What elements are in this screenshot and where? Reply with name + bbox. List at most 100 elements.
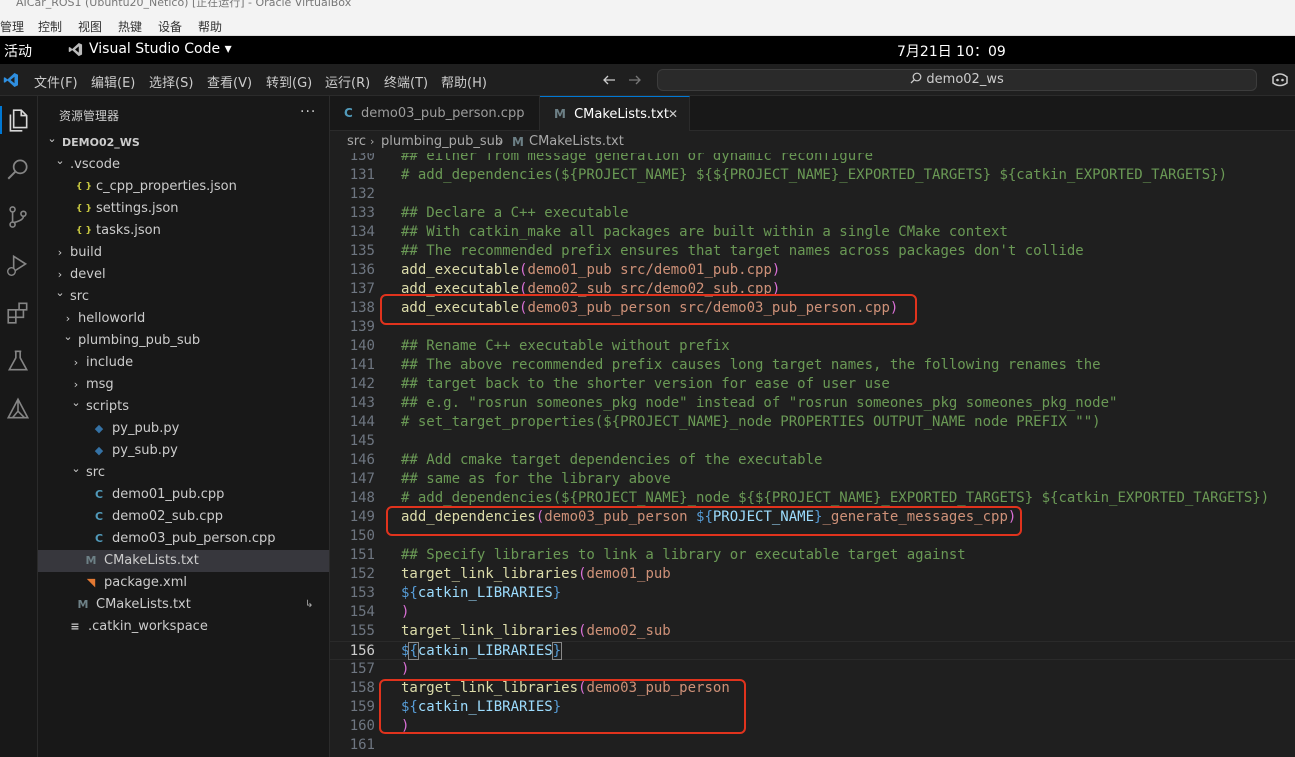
tree-folder[interactable]: › helloworld: [38, 308, 329, 330]
tree-folder[interactable]: ⌄ .vscode: [38, 154, 329, 176]
vbox-menu-help[interactable]: 帮助: [198, 18, 222, 35]
chevron-right-icon[interactable]: ›: [54, 242, 66, 264]
explorer-files-icon[interactable]: [5, 108, 31, 134]
tree-folder[interactable]: ⌄ src: [38, 462, 329, 484]
code-line[interactable]: 161: [330, 736, 1295, 755]
tree-file[interactable]: { } tasks.json: [38, 220, 329, 242]
menu-file[interactable]: 文件(F): [34, 72, 78, 91]
chevron-right-icon[interactable]: ›: [70, 352, 82, 374]
tree-folder[interactable]: › devel: [38, 264, 329, 286]
testing-flask-icon[interactable]: [5, 348, 31, 374]
back-arrow-icon[interactable]: [602, 73, 616, 87]
menu-terminal[interactable]: 终端(T): [384, 72, 428, 91]
code-line[interactable]: 145: [330, 432, 1295, 451]
chevron-down-icon[interactable]: ⌄: [62, 326, 74, 348]
code-line[interactable]: 152 target_link_libraries(demo01_pub: [330, 565, 1295, 584]
tree-folder[interactable]: ⌄ DEMO02_WS: [38, 132, 329, 154]
menu-help[interactable]: 帮助(H): [441, 72, 487, 91]
code-line[interactable]: 155 target_link_libraries(demo02_sub: [330, 622, 1295, 641]
tree-folder[interactable]: ⌄ scripts: [38, 396, 329, 418]
tree-folder[interactable]: ⌄ plumbing_pub_sub: [38, 330, 329, 352]
cmake-icon[interactable]: [5, 396, 31, 422]
breadcrumb-plumbing-pub-sub[interactable]: plumbing_pub_sub: [381, 131, 503, 153]
code-line[interactable]: 139: [330, 318, 1295, 337]
clock[interactable]: 7月21日 10：09: [897, 41, 1006, 61]
code-line[interactable]: 134 ## With catkin_make all packages are …: [330, 223, 1295, 242]
tree-file[interactable]: ◥ package.xml: [38, 572, 329, 594]
breadcrumb-cmakelists[interactable]: CMakeLists.txt: [529, 131, 624, 153]
menu-run[interactable]: 运行(R): [325, 72, 370, 91]
code-line[interactable]: 136 add_executable(demo01_pub src/demo01_…: [330, 261, 1295, 280]
tree-file[interactable]: Cdemo03_pub_person.cpp: [38, 528, 329, 550]
extensions-icon[interactable]: [5, 300, 31, 326]
tree-folder[interactable]: › build: [38, 242, 329, 264]
line-number: 159: [349, 699, 375, 715]
run-debug-icon[interactable]: [5, 252, 31, 278]
forward-arrow-icon[interactable]: [628, 73, 642, 87]
code-line[interactable]: 150: [330, 527, 1295, 546]
code-line[interactable]: 153 ${catkin_LIBRARIES}: [330, 584, 1295, 603]
menu-view[interactable]: 查看(V): [207, 72, 252, 91]
activities-button[interactable]: 活动: [4, 41, 32, 61]
vbox-menu-view[interactable]: 视图: [78, 18, 102, 35]
code-line[interactable]: 151 ## Specify libraries to link a librar…: [330, 546, 1295, 565]
line-number: 147: [349, 471, 375, 487]
code-line[interactable]: 137 add_executable(demo02_sub src/demo02_…: [330, 280, 1295, 299]
code-line[interactable]: 141 ## The above recommended prefix cause…: [330, 356, 1295, 375]
code-line[interactable]: 138 add_executable(demo03_pub_person src/…: [330, 299, 1295, 318]
tree-file[interactable]: { } settings.json: [38, 198, 329, 220]
menu-edit[interactable]: 编辑(E): [91, 72, 135, 91]
chevron-down-icon[interactable]: ⌄: [46, 128, 58, 150]
app-menu-button[interactable]: Visual Studio Code ▾: [68, 41, 232, 57]
code-line[interactable]: 133 ## Declare a C++ executable: [330, 204, 1295, 223]
code-line[interactable]: 159 ${catkin_LIBRARIES}: [330, 698, 1295, 717]
code-line[interactable]: 148 # add_dependencies(${PROJECT_NAME}_no…: [330, 489, 1295, 508]
tree-file[interactable]: ◆ py_pub.py: [38, 418, 329, 440]
code-line[interactable]: 147 ## same as for the library above: [330, 470, 1295, 489]
explorer-more-actions[interactable]: ···: [300, 104, 316, 120]
code-line[interactable]: 146 ## Add cmake target dependencies of t…: [330, 451, 1295, 470]
copilot-icon[interactable]: [1270, 71, 1290, 89]
vbox-menu-devices[interactable]: 设备: [158, 18, 182, 35]
source-control-icon[interactable]: [5, 204, 31, 230]
chevron-down-icon[interactable]: ⌄: [70, 392, 82, 414]
code-line[interactable]: 130 ## either from message generation or …: [330, 153, 1295, 166]
tab-cmakelists-txt[interactable]: M CMakeLists.txt ✕: [540, 96, 690, 131]
menu-go[interactable]: 转到(G): [266, 72, 312, 91]
tab-demo03-pub-person-cpp[interactable]: C demo03_pub_person.cpp: [330, 96, 540, 131]
chevron-down-icon[interactable]: ⌄: [54, 150, 66, 172]
code-line[interactable]: 135 ## The recommended prefix ensures tha…: [330, 242, 1295, 261]
code-line[interactable]: 131 # add_dependencies(${PROJECT_NAME} ${…: [330, 166, 1295, 185]
code-line[interactable]: 144 # set_target_properties(${PROJECT_NAM…: [330, 413, 1295, 432]
tree-folder[interactable]: ⌄ src: [38, 286, 329, 308]
close-tab-icon[interactable]: ✕: [668, 97, 678, 132]
tree-file[interactable]: Cdemo02_sub.cpp: [38, 506, 329, 528]
code-line[interactable]: 158 target_link_libraries(demo03_pub_pers…: [330, 679, 1295, 698]
code-line[interactable]: 143 ## e.g. "rosrun someones_pkg node" in…: [330, 394, 1295, 413]
chevron-down-icon[interactable]: ⌄: [70, 458, 82, 480]
code-line[interactable]: 154): [330, 603, 1295, 622]
cpp-file-icon: C: [344, 106, 353, 120]
vbox-menu-hotkey[interactable]: 热键: [118, 18, 142, 35]
tree-folder[interactable]: › include: [38, 352, 329, 374]
code-editor[interactable]: 130 ## either from message generation or …: [330, 153, 1295, 757]
tree-file[interactable]: ≡ .catkin_workspace: [38, 616, 329, 638]
code-line[interactable]: 160): [330, 717, 1295, 736]
command-center-search[interactable]: demo02_ws: [657, 69, 1257, 91]
vbox-menu-control[interactable]: 控制: [38, 18, 62, 35]
code-line[interactable]: 157): [330, 660, 1295, 679]
code-line[interactable]: 132: [330, 185, 1295, 204]
code-line[interactable]: 140 ## Rename C++ executable without pref…: [330, 337, 1295, 356]
tree-file[interactable]: M CMakeLists.txt ↳: [38, 594, 329, 616]
chevron-down-icon[interactable]: ⌄: [54, 282, 66, 304]
menu-selection[interactable]: 选择(S): [149, 72, 193, 91]
code-line[interactable]: 142 ## target back to the shorter version…: [330, 375, 1295, 394]
tree-file[interactable]: { } c_cpp_properties.json: [38, 176, 329, 198]
code-line[interactable]: 156 ${catkin_LIBRARIES}: [330, 641, 1295, 660]
breadcrumb-src[interactable]: src: [347, 131, 366, 153]
search-view-icon[interactable]: [5, 156, 31, 182]
code-line[interactable]: 149 add_dependencies(demo03_pub_person ${…: [330, 508, 1295, 527]
tree-file[interactable]: M CMakeLists.txt: [38, 550, 329, 572]
tree-file[interactable]: Cdemo01_pub.cpp: [38, 484, 329, 506]
vbox-menu-manage[interactable]: 管理: [0, 18, 24, 35]
